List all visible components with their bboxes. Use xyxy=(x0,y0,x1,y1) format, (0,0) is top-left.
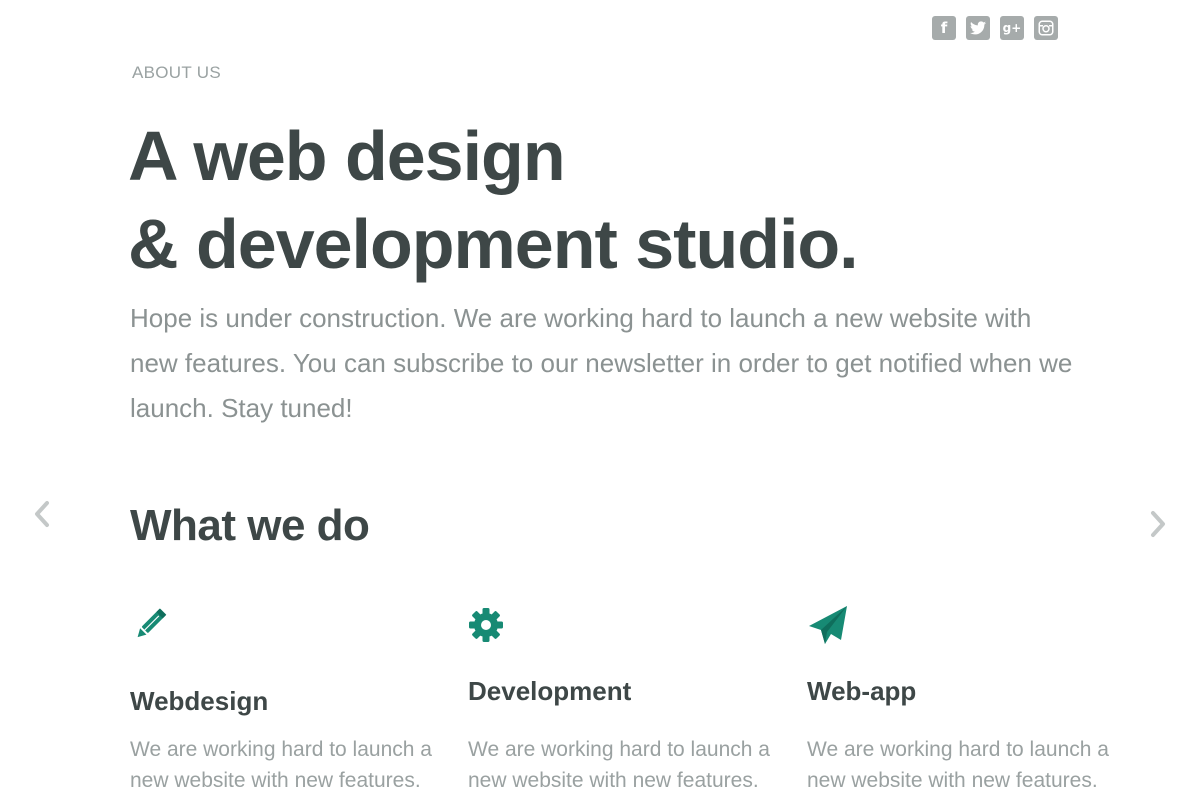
hero-title: A web design & development studio. xyxy=(128,112,859,288)
twitter-bird-shape xyxy=(970,21,986,35)
service-card-web-app: Web-app We are working hard to launch a … xyxy=(807,604,1127,792)
paper-plane-icon xyxy=(807,604,847,644)
pencil-icon xyxy=(130,604,170,644)
social-links: f g+ xyxy=(932,16,1058,40)
carousel-next-button[interactable] xyxy=(1146,506,1170,542)
what-we-do-title: What we do xyxy=(130,501,370,550)
service-title: Web-app xyxy=(807,676,917,706)
facebook-icon[interactable]: f xyxy=(932,16,956,40)
chevron-left-icon xyxy=(35,501,49,527)
instagram-icon[interactable] xyxy=(1034,16,1058,40)
service-title: Development xyxy=(468,676,632,706)
service-description: We are working hard to launch a new webs… xyxy=(807,738,1109,792)
service-card-development: Development We are working hard to launc… xyxy=(468,604,788,792)
hero-title-line-1: A web design xyxy=(128,117,566,195)
service-description: We are working hard to launch a new webs… xyxy=(468,738,770,792)
service-card-webdesign: Webdesign We are working hard to launch … xyxy=(130,604,450,792)
carousel-prev-button[interactable] xyxy=(30,496,54,532)
google-plus-icon[interactable]: g+ xyxy=(1000,16,1024,40)
gear-icon xyxy=(468,604,508,644)
google-plus-glyph: g+ xyxy=(1002,21,1022,35)
facebook-glyph: f xyxy=(940,18,948,37)
twitter-icon[interactable] xyxy=(966,16,990,40)
camera-shape xyxy=(1038,20,1054,36)
section-eyebrow: ABOUT US xyxy=(132,63,221,82)
hero-title-line-2: & development studio. xyxy=(128,205,859,283)
service-title: Webdesign xyxy=(130,686,269,716)
chevron-right-icon xyxy=(1151,511,1165,537)
service-description: We are working hard to launch a new webs… xyxy=(130,738,432,792)
intro-paragraph: Hope is under construction. We are worki… xyxy=(130,303,1073,423)
